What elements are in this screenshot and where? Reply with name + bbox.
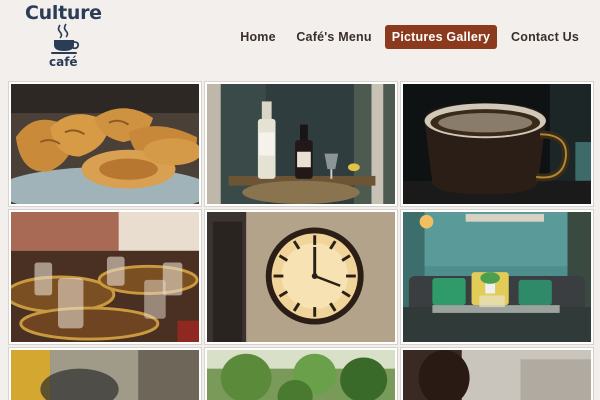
wine-bottles-image xyxy=(207,84,395,204)
pastries-image xyxy=(11,84,199,204)
blurred-interior-image xyxy=(11,350,199,400)
gallery-photo-glasses[interactable] xyxy=(9,210,201,344)
gallery-photo-lounge[interactable] xyxy=(401,210,593,344)
gallery-photo-interior[interactable] xyxy=(9,348,201,400)
site-header: Culture café Home Café's Menu Pictures G… xyxy=(0,0,600,82)
lounge-sofa-image xyxy=(403,212,591,342)
nav-cafes-menu[interactable]: Café's Menu xyxy=(292,25,376,49)
gallery-photo-pastries[interactable] xyxy=(9,82,201,206)
nav-home[interactable]: Home xyxy=(232,25,284,49)
wall-clock-image xyxy=(207,212,395,342)
brand-name-bottom: café xyxy=(49,55,78,69)
brand-name-top: Culture xyxy=(25,2,102,24)
gallery-photo-wine[interactable] xyxy=(205,82,397,206)
glasses-on-trays-image xyxy=(11,212,199,342)
gallery-photo-garden[interactable] xyxy=(205,348,397,400)
nav-pictures-gallery[interactable]: Pictures Gallery xyxy=(385,25,497,49)
gallery-photo-coffee[interactable] xyxy=(401,82,593,206)
nav-contact-us[interactable]: Contact Us xyxy=(506,25,584,49)
main-navigation: Home Café's Menu Pictures Gallery Contac… xyxy=(0,25,600,49)
gallery-photo-clock[interactable] xyxy=(205,210,397,344)
person-image xyxy=(403,350,591,400)
coffee-cup-image xyxy=(403,84,591,204)
photo-gallery xyxy=(9,82,593,400)
garden-image xyxy=(207,350,395,400)
gallery-photo-person[interactable] xyxy=(401,348,593,400)
